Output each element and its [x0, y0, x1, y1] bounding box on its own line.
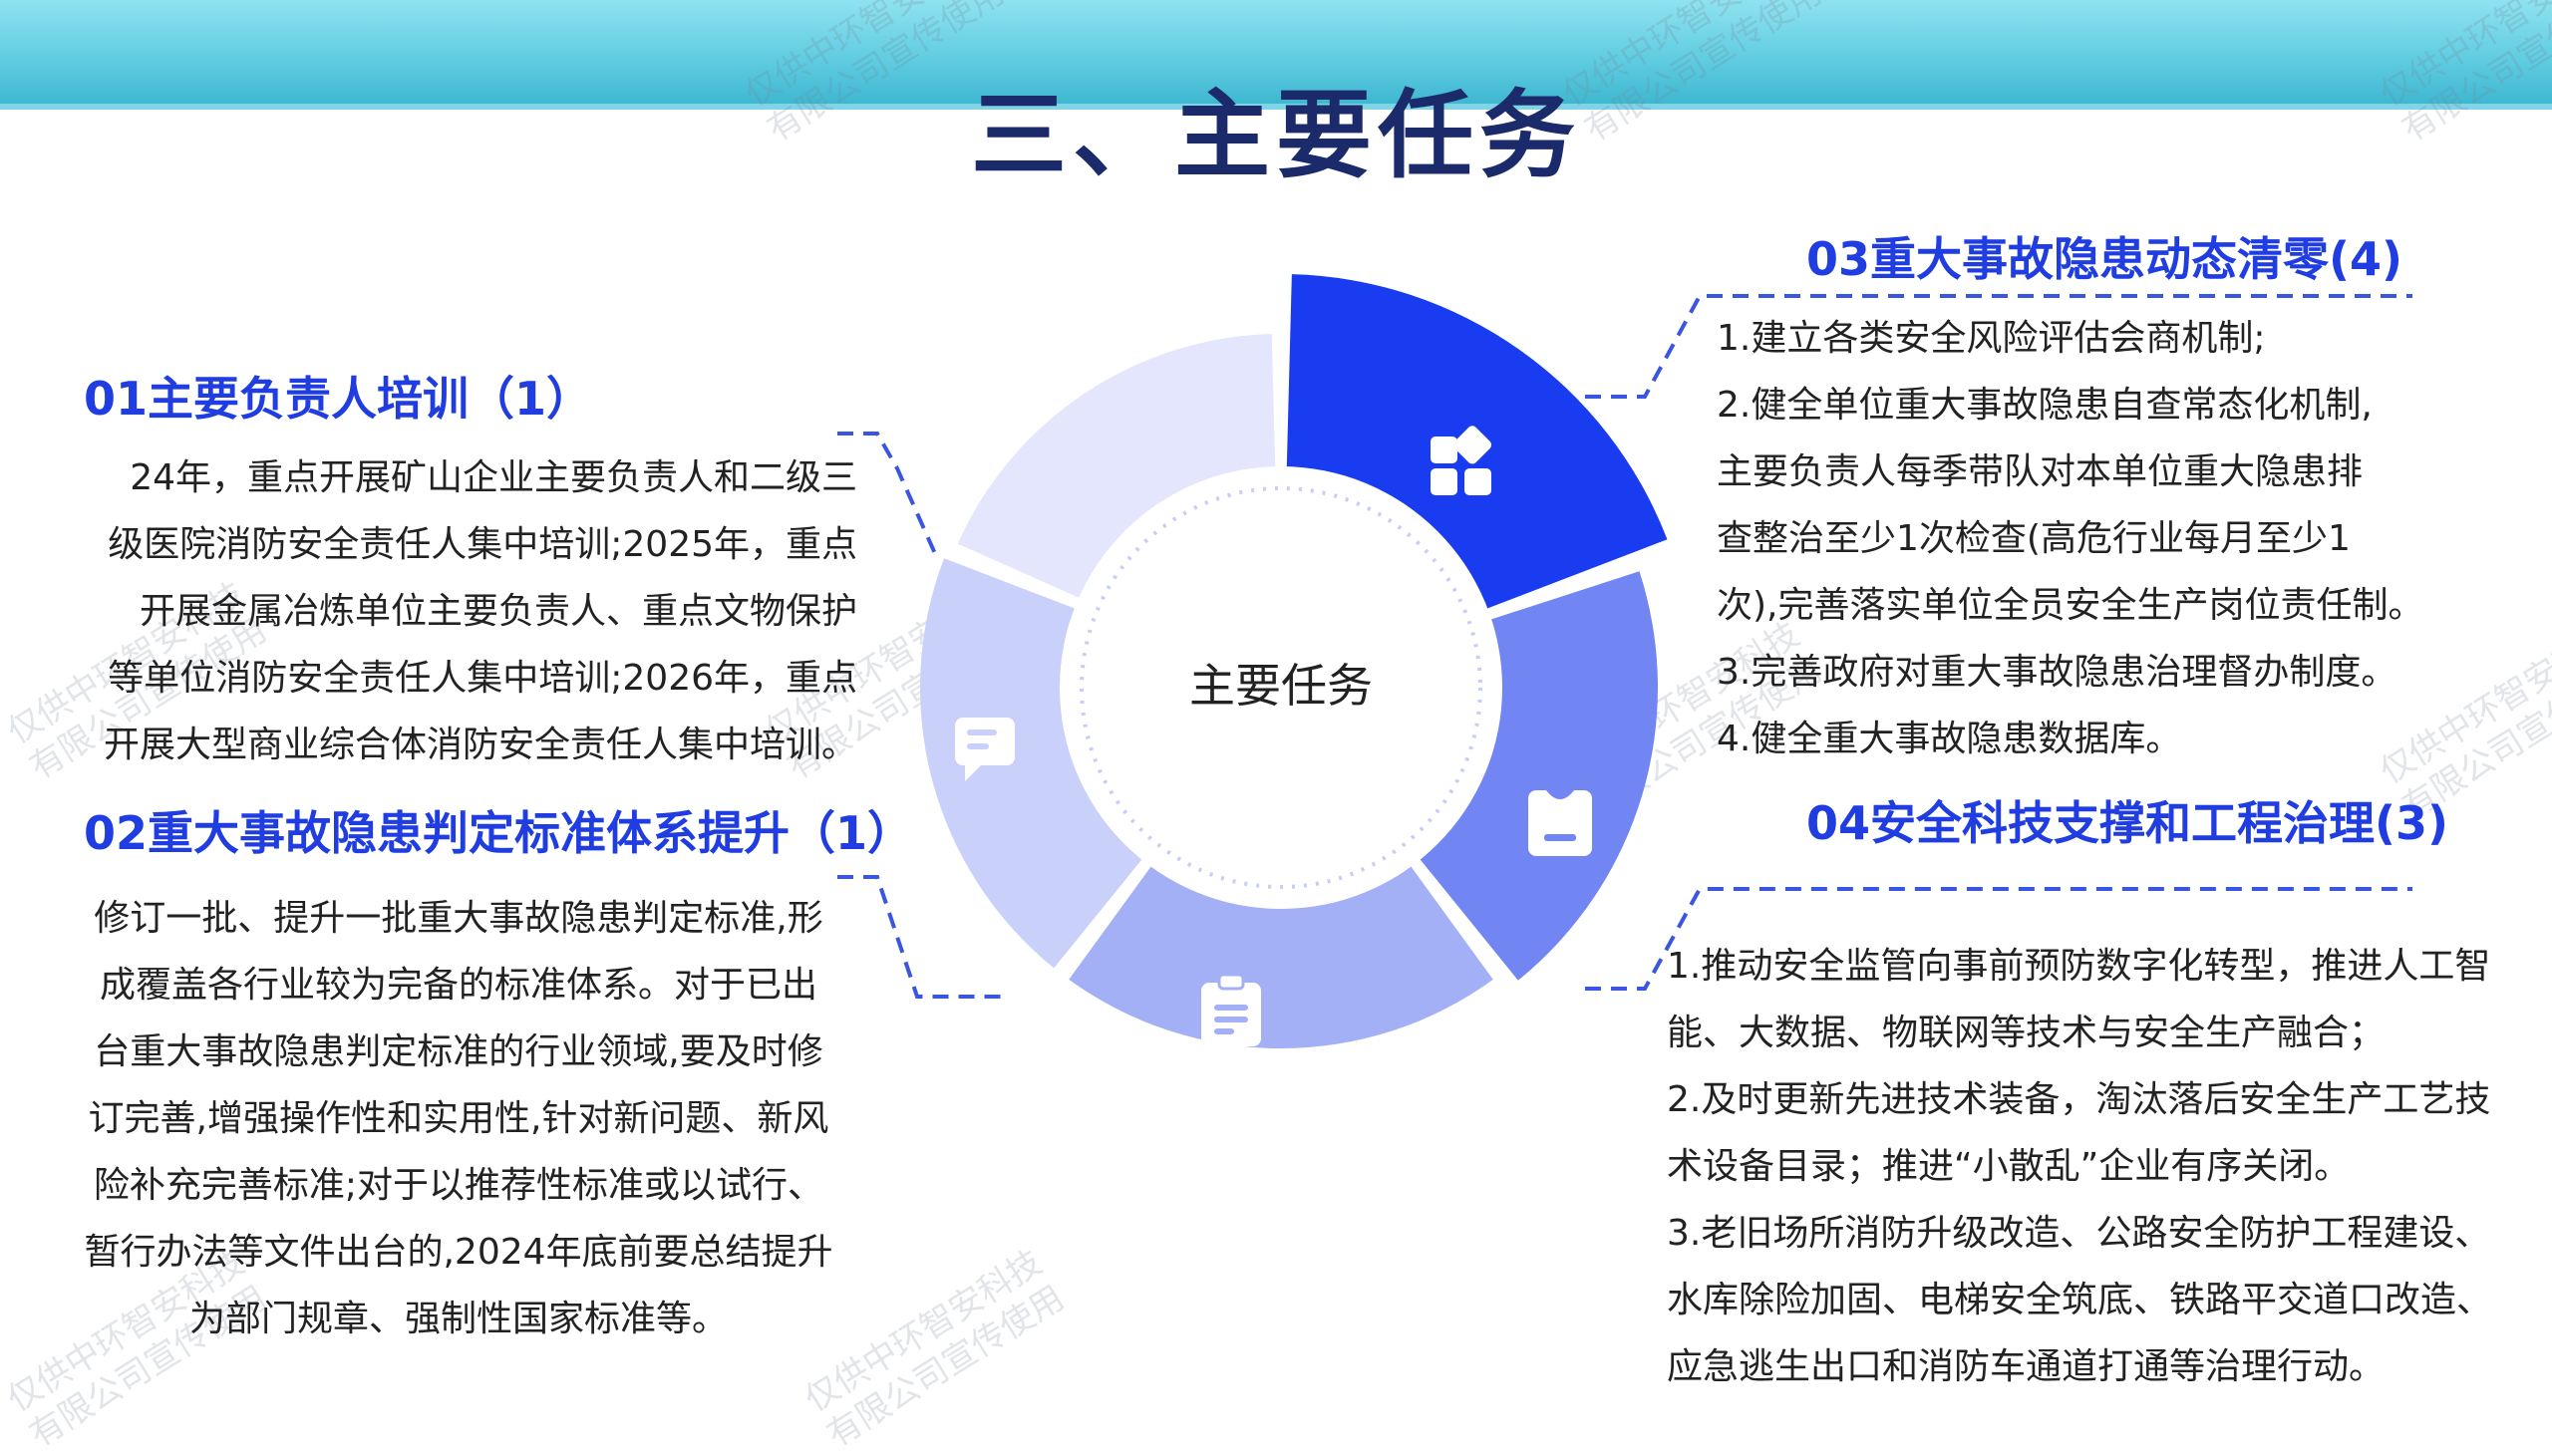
section-02-line: 修订一批、提升一批重大事故隐患判定标准,形: [94, 898, 823, 939]
section-04-line: 水库除险加固、电梯安全筑底、铁路平交道口改造、: [1667, 1280, 2493, 1320]
section-01-title: 01主要负责人培训（1）: [84, 372, 593, 426]
section-02-body: 修订一批、提升一批重大事故隐患判定标准,形 成覆盖各行业较为完备的标准体系。对于…: [60, 885, 857, 1352]
section-03-line: 3.完善政府对重大事故隐患治理督办制度。: [1717, 652, 2397, 693]
section-02-line: 台重大事故隐患判定标准的行业领域,要及时修: [94, 1031, 823, 1072]
section-02-line: 险补充完善标准;对于以推荐性标准或以试行、: [93, 1165, 824, 1206]
section-02-line: 为部门规章、强制性国家标准等。: [188, 1299, 728, 1339]
section-04-line: 应急逃生出口和消防车通道打通等治理行动。: [1667, 1346, 2386, 1387]
connector-02: [837, 875, 1007, 999]
section-03-line: 查整治至少1次检查(高危行业每月至少1: [1717, 518, 2351, 559]
section-01-body: 24年，重点开展矿山企业主要负责人和二级三 级医院消防安全责任人集中培训;202…: [40, 444, 857, 778]
section-04-line: 术设备目录；推进“小散乱”企业有序关闭。: [1667, 1146, 2351, 1187]
section-04-line: 2.及时更新先进技术装备，淘汰落后安全生产工艺技: [1667, 1079, 2491, 1120]
section-03-line: 次),完善落实单位全员安全生产岗位责任制。: [1717, 585, 2424, 626]
clipboard-icon: [1201, 973, 1261, 1046]
section-04-line: 3.老旧场所消防升级改造、公路安全防护工程建设、: [1667, 1213, 2491, 1254]
donut-center-label: 主要任务: [1189, 659, 1373, 713]
section-02-line: 暂行办法等文件出台的,2024年底前要总结提升: [84, 1232, 833, 1273]
tag-icon: [1528, 790, 1592, 856]
section-03-body: 1.建立各类安全风险评估会商机制; 2.健全单位重大事故隐患自查常态化机制, 主…: [1717, 305, 2514, 772]
section-02-line: 成覆盖各行业较为完备的标准体系。对于已出: [99, 965, 817, 1006]
section-01-line: 24年，重点开展矿山企业主要负责人和二级三: [130, 457, 857, 498]
section-04-body: 1.推动安全监管向事前预防数字化转型，推进人工智 能、大数据、物联网等技术与安全…: [1667, 933, 2534, 1400]
section-02-title: 02重大事故隐患判定标准体系提升（1）: [84, 806, 914, 860]
section-03-title: 03重大事故隐患动态清零(4): [1806, 232, 2403, 286]
section-03-line: 主要负责人每季带队对本单位重大隐患排: [1717, 451, 2364, 492]
section-04-line: 能、大数据、物联网等技术与安全生产融合；: [1667, 1013, 2386, 1053]
section-02-line: 订完善,增强操作性和实用性,针对新问题、新风: [88, 1098, 829, 1139]
section-01-line: 开展金属冶炼单位主要负责人、重点文物保护: [139, 591, 857, 632]
section-04-title: 04安全科技支撑和工程治理(3): [1806, 796, 2449, 850]
section-03-line: 2.健全单位重大事故隐患自查常态化机制,: [1717, 385, 2373, 426]
section-03-line: 1.建立各类安全风险评估会商机制;: [1717, 318, 2266, 359]
section-04-line: 1.推动安全监管向事前预防数字化转型，推进人工智: [1667, 946, 2491, 987]
section-01-line: 开展大型商业综合体消防安全责任人集中培训。: [103, 725, 857, 765]
section-01-line: 级医院消防安全责任人集中培训;2025年，重点: [108, 524, 857, 565]
section-03-line: 4.健全重大事故隐患数据库。: [1717, 719, 2182, 759]
section-01-line: 等单位消防安全责任人集中培训;2026年，重点: [108, 658, 857, 699]
